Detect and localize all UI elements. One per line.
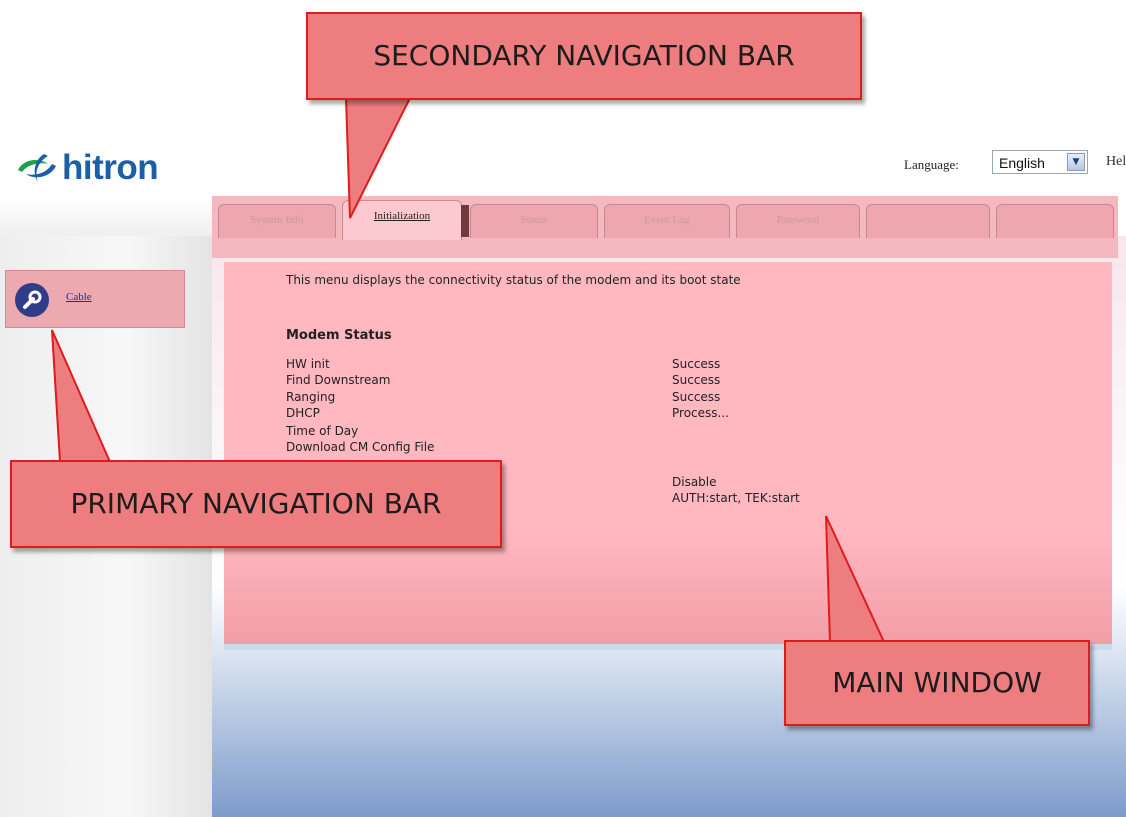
tab-initialization[interactable]: Initialization (342, 200, 469, 240)
hitron-logo: hitron (14, 148, 159, 188)
status-value: Success (672, 373, 721, 387)
tab-password[interactable]: Password (736, 204, 860, 238)
status-value: Disable (672, 475, 717, 489)
tab-event-log[interactable]: Event Log (604, 204, 730, 238)
wrench-icon (15, 283, 49, 317)
status-label: HW init (286, 357, 330, 371)
sidebar-item-cable[interactable]: Cable (5, 270, 185, 328)
chevron-down-icon[interactable]: ▼ (1067, 153, 1085, 171)
status-value: Success (672, 390, 721, 404)
language-label: Language: (904, 157, 959, 172)
sidebar-header (0, 200, 212, 236)
status-value: Success (672, 357, 721, 371)
callout-primary-navigation: PRIMARY NAVIGATION BAR (10, 460, 502, 548)
status-label: Time of Day (286, 424, 359, 438)
status-value: Process... (672, 406, 729, 420)
status-label: Ranging (286, 390, 336, 404)
tab-status[interactable]: Status (470, 204, 598, 238)
callout-main-window: MAIN WINDOW (784, 640, 1090, 726)
language-value: English (999, 155, 1045, 171)
tab-empty-1[interactable] (866, 204, 990, 238)
logo-text: hitron (62, 148, 159, 187)
section-title: Modem Status (286, 328, 392, 343)
status-label: Download CM Config File (286, 440, 435, 454)
hitron-logo-icon (18, 154, 56, 182)
tab-empty-2[interactable] (996, 204, 1114, 238)
status-label: Find Downstream (286, 373, 391, 387)
tab-system-info[interactable]: System Info (218, 204, 336, 238)
status-value: AUTH:start, TEK:start (672, 491, 800, 505)
language-select[interactable]: English ▼ (992, 150, 1088, 174)
sidebar-item-label: Cable (66, 291, 92, 303)
status-label: DHCP (286, 406, 320, 420)
help-link[interactable]: Hel (1106, 154, 1126, 170)
callout-secondary-navigation: SECONDARY NAVIGATION BAR (306, 12, 862, 100)
page-description: This menu displays the connectivity stat… (286, 273, 741, 287)
